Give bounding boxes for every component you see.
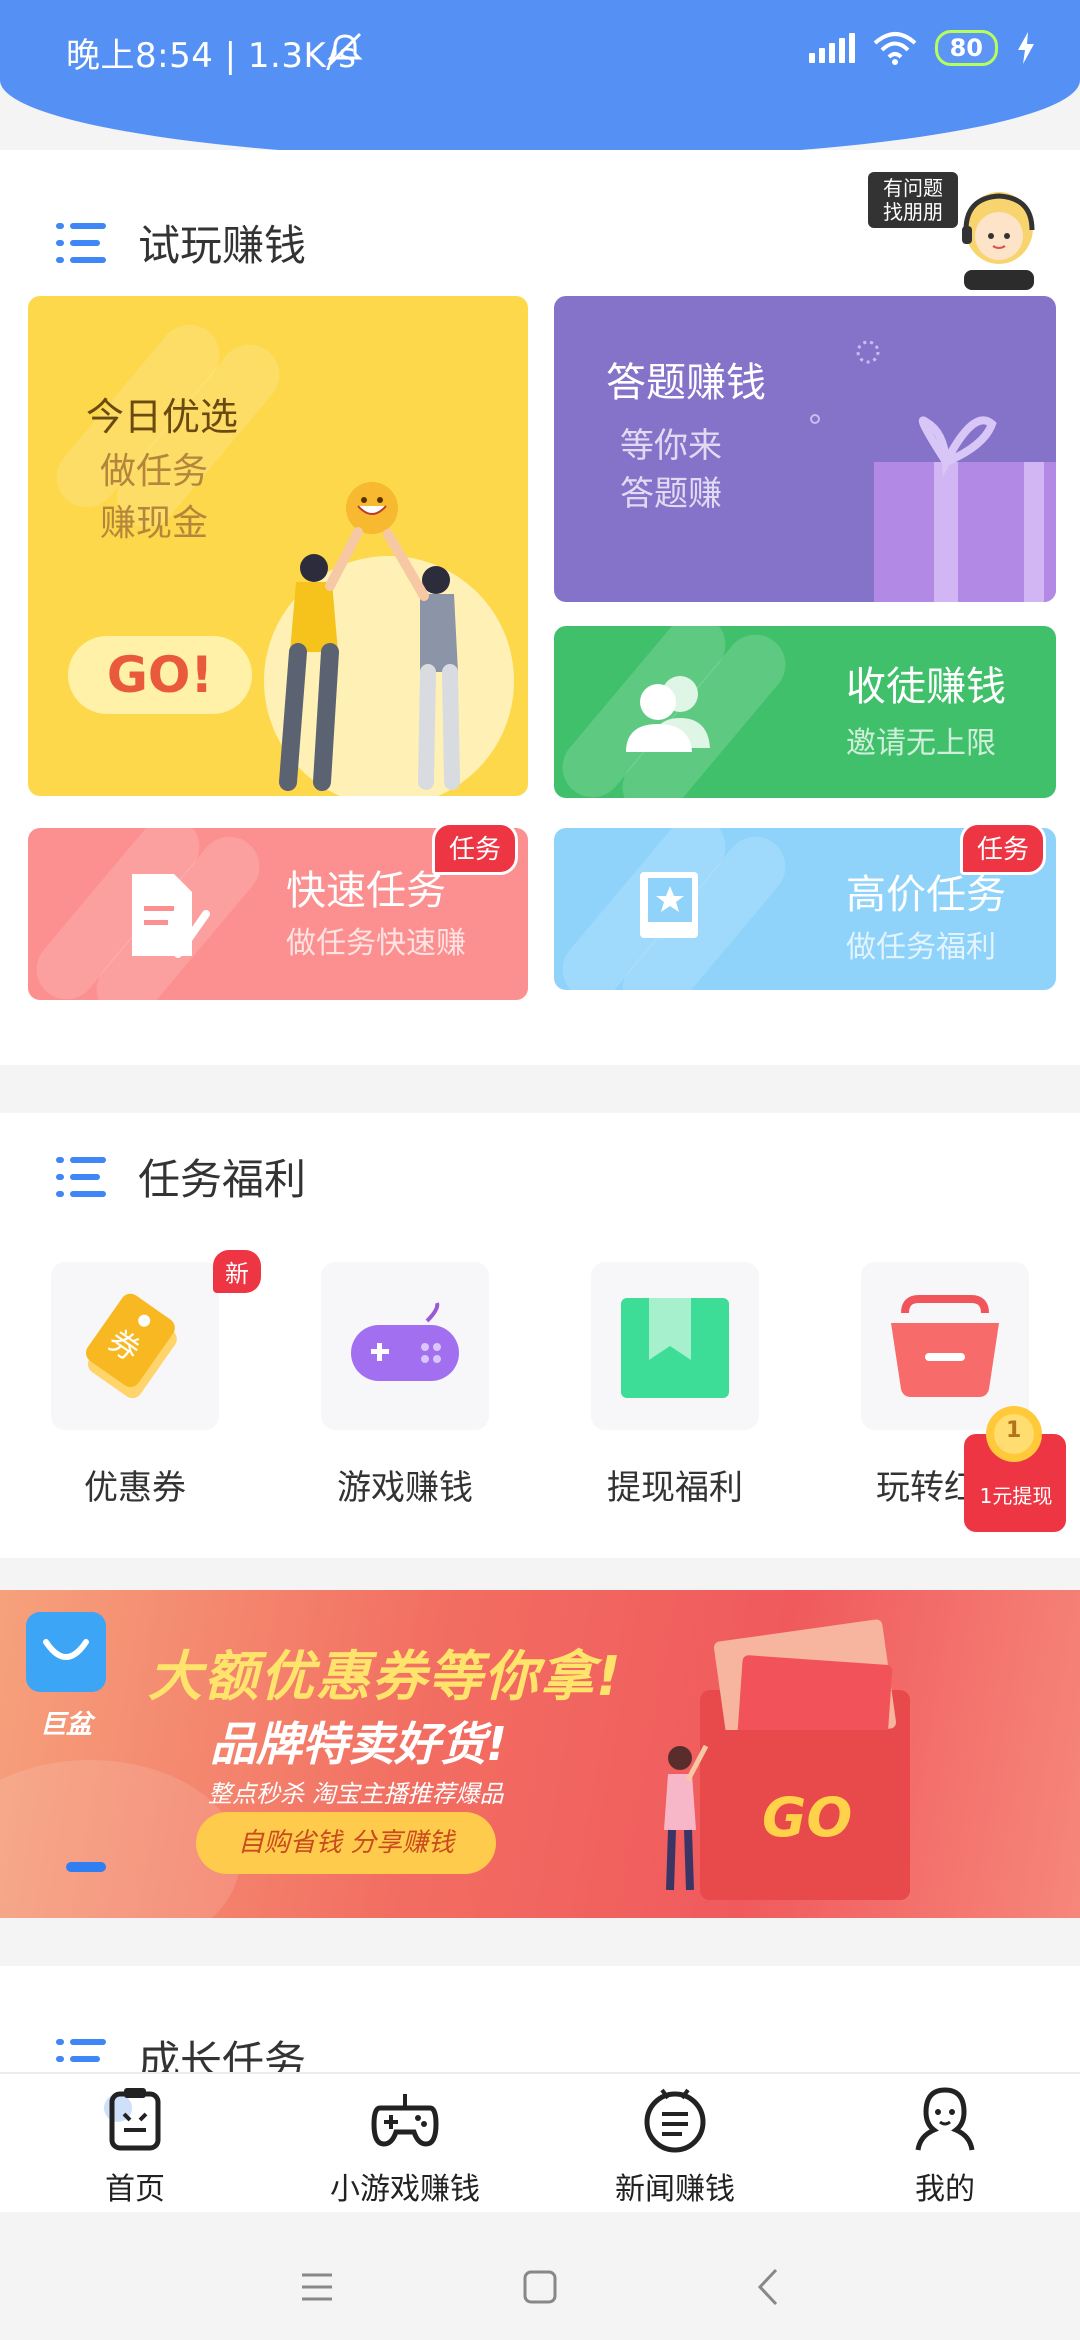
gift-box-icon [874, 416, 1056, 602]
logo-text: 巨盆 [40, 1710, 93, 1740]
quick-task-card[interactable]: 快速任务 做任务快速赚 任务 [28, 822, 528, 1000]
status-time: 晚上8:54 | 1.3K/s [66, 36, 357, 76]
menu-icon[interactable] [300, 2272, 334, 2302]
nav-item-minigames[interactable]: 小游戏赚钱 [270, 2084, 540, 2208]
news-icon [644, 2088, 706, 2153]
bookmark-icon [621, 1298, 729, 1398]
daily-pick-title: 今日优选 [86, 395, 239, 439]
profile-icon [915, 2087, 975, 2151]
document-edit-icon [132, 874, 210, 958]
people-celebrating-illustration [279, 482, 460, 791]
quiz-earn-card[interactable]: 答题赚钱 等你来 答题赚 [554, 296, 1056, 602]
nav-item-profile[interactable]: 我的 [810, 2084, 1080, 2208]
users-icon [626, 676, 710, 752]
invite-card-subtitle: 邀请无上限 [846, 726, 996, 761]
status-bar: 晚上8:54 | 1.3K/s 80 [0, 0, 1080, 96]
quiz-card-title: 答题赚钱 [606, 360, 766, 406]
banner-go-text: GO [762, 1786, 853, 1849]
nav-label: 新闻赚钱 [615, 2172, 735, 2207]
daily-pick-line2: 赚现金 [100, 503, 209, 544]
carousel-indicator[interactable] [66, 1862, 106, 1872]
task-badge: 任务 [431, 822, 518, 875]
girl-illustration [664, 1744, 709, 1891]
daily-pick-card[interactable]: 今日优选 做任务 赚现金 GO! [28, 296, 528, 796]
quiz-card-line1: 等你来 [620, 426, 722, 466]
star-book-icon [640, 872, 698, 938]
gamepad-icon [371, 2094, 439, 2147]
daily-pick-line1: 做任务 [100, 451, 209, 492]
banner-subheadline: 品牌特卖好货! [210, 1717, 507, 1771]
welfare-item-coupon[interactable]: 券 新 优惠券 [50, 1250, 261, 1509]
list-icon [56, 1155, 106, 1199]
wifi-icon [873, 32, 916, 65]
bottom-navigation: 首页 小游戏赚钱 新闻赚钱 我的 [0, 2072, 1080, 2212]
nav-label: 小游戏赚钱 [330, 2172, 480, 2207]
welfare-section-title: 任务福利 [56, 1146, 306, 1207]
welfare-label: 提现福利 [607, 1468, 743, 1508]
premium-task-subtitle: 做任务福利 [846, 930, 996, 965]
signal-icon [808, 33, 855, 63]
welfare-item-withdraw[interactable]: 提现福利 [590, 1262, 760, 1509]
mute-icon [327, 32, 363, 66]
basin-logo-icon [43, 1639, 89, 1660]
customer-service-helper[interactable]: 有问题 找朋朋 [868, 172, 1035, 290]
welfare-label: 优惠券 [84, 1468, 186, 1508]
nav-label: 首页 [105, 2172, 165, 2207]
basket-icon [891, 1295, 999, 1397]
app-logo [26, 1612, 106, 1692]
charging-icon [1018, 32, 1034, 64]
trial-section-title: 试玩赚钱 [56, 212, 306, 273]
promo-banner[interactable]: 巨盆 大额优惠券等你拿! 品牌特卖好货! 整点秒杀 淘宝主播推荐爆品 自购省钱 … [0, 1590, 1080, 1918]
quiz-card-line2: 答题赚 [620, 474, 722, 514]
gamepad-icon [351, 1302, 459, 1381]
nav-item-home[interactable]: 首页 [0, 2084, 270, 2208]
back-icon[interactable] [756, 2268, 778, 2306]
invite-card-title: 收徒赚钱 [846, 664, 1006, 710]
premium-task-card[interactable]: 高价任务 做任务福利 任务 [554, 822, 1056, 990]
welfare-item-game[interactable]: 游戏赚钱 [320, 1262, 490, 1509]
helper-avatar-icon [962, 192, 1035, 290]
section-title-text: 任务福利 [138, 1155, 307, 1204]
banner-tagline: 整点秒杀 淘宝主播推荐爆品 [208, 1780, 504, 1808]
sparkle-icon [856, 340, 880, 364]
list-icon [56, 221, 106, 265]
home-square-icon[interactable] [523, 2270, 557, 2304]
banner-button[interactable]: 自购省钱 分享赚钱 [196, 1812, 496, 1874]
redpacket-label: 1元提现 [979, 1484, 1053, 1508]
coin-value: 1 [1006, 1418, 1022, 1443]
quick-task-title: 快速任务 [286, 868, 446, 914]
task-badge: 任务 [959, 822, 1046, 875]
section-title-text: 试玩赚钱 [138, 221, 307, 270]
home-icon [104, 2088, 161, 2151]
floating-withdraw-redpacket[interactable]: 1 1元提现 [962, 1404, 1068, 1534]
go-button[interactable]: GO! [68, 636, 252, 714]
nav-label: 我的 [915, 2172, 975, 2207]
welfare-label: 游戏赚钱 [337, 1468, 473, 1508]
banner-headline: 大额优惠券等你拿! [148, 1645, 623, 1708]
new-badge: 新 [213, 1250, 261, 1293]
nav-item-news[interactable]: 新闻赚钱 [540, 2084, 810, 2208]
quick-task-subtitle: 做任务快速赚 [286, 926, 466, 961]
coupon-icon: 券 [86, 1293, 177, 1399]
system-navigation-bar [0, 2212, 1080, 2340]
invite-apprentice-card[interactable]: 收徒赚钱 邀请无上限 [554, 626, 1056, 798]
battery-indicator: 80 [934, 30, 998, 66]
